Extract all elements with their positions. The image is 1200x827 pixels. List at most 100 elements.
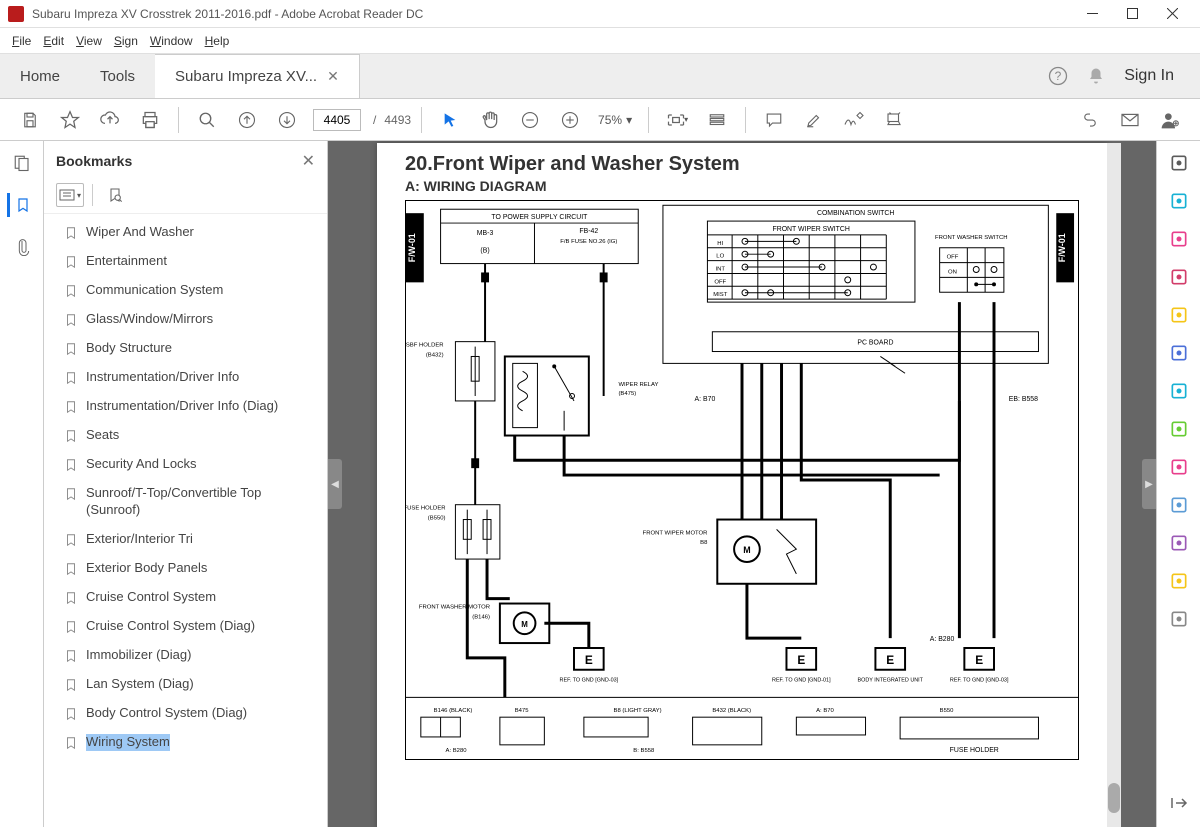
page-scrollbar[interactable]	[1107, 143, 1121, 827]
fill-tool-icon[interactable]	[1167, 531, 1191, 555]
cursor-icon[interactable]	[432, 102, 468, 138]
bookmark-item[interactable]: Body Structure	[44, 334, 327, 363]
hand-icon[interactable]	[472, 102, 508, 138]
collapse-right-button[interactable]: ▶	[1142, 459, 1156, 509]
page-display-icon[interactable]	[699, 102, 735, 138]
bookmark-item[interactable]: Entertainment	[44, 247, 327, 276]
bookmark-item[interactable]: Body Control System (Diag)	[44, 699, 327, 728]
bookmark-label: Communication System	[86, 282, 223, 299]
sign-icon[interactable]	[836, 102, 872, 138]
share-user-icon[interactable]	[1152, 102, 1188, 138]
redact-tool-icon[interactable]	[1167, 455, 1191, 479]
compare-tool-icon[interactable]	[1167, 379, 1191, 403]
svg-text:M: M	[743, 545, 750, 555]
export-tool-icon[interactable]	[1167, 265, 1191, 289]
menu-file[interactable]: File	[6, 34, 37, 48]
bookmarks-options-button[interactable]: ▾	[56, 183, 84, 207]
bookmark-item[interactable]: Exterior/Interior Tri	[44, 525, 327, 554]
bookmark-item[interactable]: Instrumentation/Driver Info (Diag)	[44, 392, 327, 421]
bookmark-item[interactable]: Lan System (Diag)	[44, 670, 327, 699]
bookmark-item[interactable]: Sunroof/T-Top/Convertible Top (Sunroof)	[44, 479, 327, 525]
find-icon[interactable]	[189, 102, 225, 138]
next-page-icon[interactable]	[269, 102, 305, 138]
maximize-button[interactable]	[1112, 0, 1152, 28]
bookmark-item[interactable]: Wiper And Washer	[44, 218, 327, 247]
svg-text:MIST: MIST	[713, 292, 728, 298]
attach-link-icon[interactable]	[1072, 102, 1108, 138]
svg-text:?: ?	[1055, 69, 1062, 83]
sign-in-button[interactable]: Sign In	[1124, 67, 1174, 85]
bell-icon[interactable]	[1086, 66, 1106, 86]
bookmark-item[interactable]: Cruise Control System (Diag)	[44, 612, 327, 641]
menu-window[interactable]: Window	[144, 34, 199, 48]
tab-document[interactable]: Subaru Impreza XV... ✕	[155, 54, 360, 98]
zoom-out-icon[interactable]	[512, 102, 548, 138]
comment-icon[interactable]	[756, 102, 792, 138]
svg-text:FUSE HOLDER: FUSE HOLDER	[405, 506, 446, 512]
tab-home[interactable]: Home	[0, 54, 80, 98]
prev-page-icon[interactable]	[229, 102, 265, 138]
bookmark-item[interactable]: Glass/Window/Mirrors	[44, 305, 327, 334]
tab-tools[interactable]: Tools	[80, 54, 155, 98]
measure-tool-icon[interactable]	[1167, 417, 1191, 441]
menu-edit[interactable]: Edit	[37, 34, 70, 48]
print-icon[interactable]	[132, 102, 168, 138]
svg-text:(B): (B)	[480, 248, 489, 255]
expand-rail-icon[interactable]	[1167, 791, 1191, 815]
minimize-button[interactable]	[1072, 0, 1112, 28]
svg-text:F/W-01: F/W-01	[1057, 233, 1067, 262]
svg-text:A: B70: A: B70	[695, 396, 716, 403]
attachments-icon[interactable]	[10, 235, 34, 259]
collapse-left-button[interactable]: ◀	[328, 459, 342, 509]
stamp-icon[interactable]	[876, 102, 912, 138]
menu-sign[interactable]: Sign	[108, 34, 144, 48]
bookmark-item[interactable]: Immobilizer (Diag)	[44, 641, 327, 670]
bookmark-item[interactable]: Wiring System	[44, 728, 327, 757]
bookmarks-close-icon[interactable]: ✕	[302, 151, 315, 171]
bookmarks-list[interactable]: Wiper And WasherEntertainment Communicati…	[44, 214, 327, 827]
fit-width-icon[interactable]: ▾	[659, 102, 695, 138]
bookmark-label: Instrumentation/Driver Info (Diag)	[86, 398, 278, 415]
bookmark-icon	[64, 428, 78, 444]
bookmark-item[interactable]: Security And Locks	[44, 450, 327, 479]
organize-tool-icon[interactable]	[1167, 227, 1191, 251]
optimize-tool-icon[interactable]	[1167, 569, 1191, 593]
tab-document-label: Subaru Impreza XV...	[175, 68, 317, 85]
star-icon[interactable]	[52, 102, 88, 138]
thumbnails-icon[interactable]	[10, 151, 34, 175]
menu-help[interactable]: Help	[199, 34, 236, 48]
tab-close-icon[interactable]: ✕	[327, 68, 339, 85]
menu-view[interactable]: View	[70, 34, 108, 48]
bookmark-icon	[64, 590, 78, 606]
bookmark-icon	[64, 677, 78, 693]
svg-text:FUSE HOLDER: FUSE HOLDER	[950, 747, 999, 754]
comment-tool-icon[interactable]	[1167, 303, 1191, 327]
bookmark-item[interactable]: Instrumentation/Driver Info	[44, 363, 327, 392]
svg-text:B146 (BLACK): B146 (BLACK)	[434, 708, 473, 714]
protect-tool-icon[interactable]	[1167, 493, 1191, 517]
email-icon[interactable]	[1112, 102, 1148, 138]
page-number-input[interactable]	[313, 109, 361, 131]
zoom-in-icon[interactable]	[552, 102, 588, 138]
cloud-upload-icon[interactable]	[92, 102, 128, 138]
svg-text:FRONT WASHER MOTOR: FRONT WASHER MOTOR	[419, 604, 490, 610]
svg-text:LO: LO	[716, 254, 724, 260]
find-bookmark-button[interactable]	[101, 183, 129, 207]
save-icon[interactable]	[12, 102, 48, 138]
close-window-button[interactable]	[1152, 0, 1192, 28]
svg-text:FRONT WIPER SWITCH: FRONT WIPER SWITCH	[772, 226, 849, 233]
menu-bar: FileEditViewSignWindowHelp	[0, 28, 1200, 54]
highlight-icon[interactable]	[796, 102, 832, 138]
bookmark-item[interactable]: Exterior Body Panels	[44, 554, 327, 583]
bookmarks-icon[interactable]	[7, 193, 34, 217]
search-tool-icon[interactable]	[1167, 151, 1191, 175]
more-tool-icon[interactable]	[1167, 607, 1191, 631]
svg-text:A: B280: A: B280	[446, 748, 468, 754]
help-icon[interactable]: ?	[1048, 66, 1068, 86]
bookmark-item[interactable]: Cruise Control System	[44, 583, 327, 612]
send-tool-icon[interactable]	[1167, 341, 1191, 365]
bookmark-item[interactable]: Seats	[44, 421, 327, 450]
bookmark-item[interactable]: Communication System	[44, 276, 327, 305]
create-tool-icon[interactable]	[1167, 189, 1191, 213]
zoom-dropdown[interactable]: 75%▾	[592, 113, 638, 127]
